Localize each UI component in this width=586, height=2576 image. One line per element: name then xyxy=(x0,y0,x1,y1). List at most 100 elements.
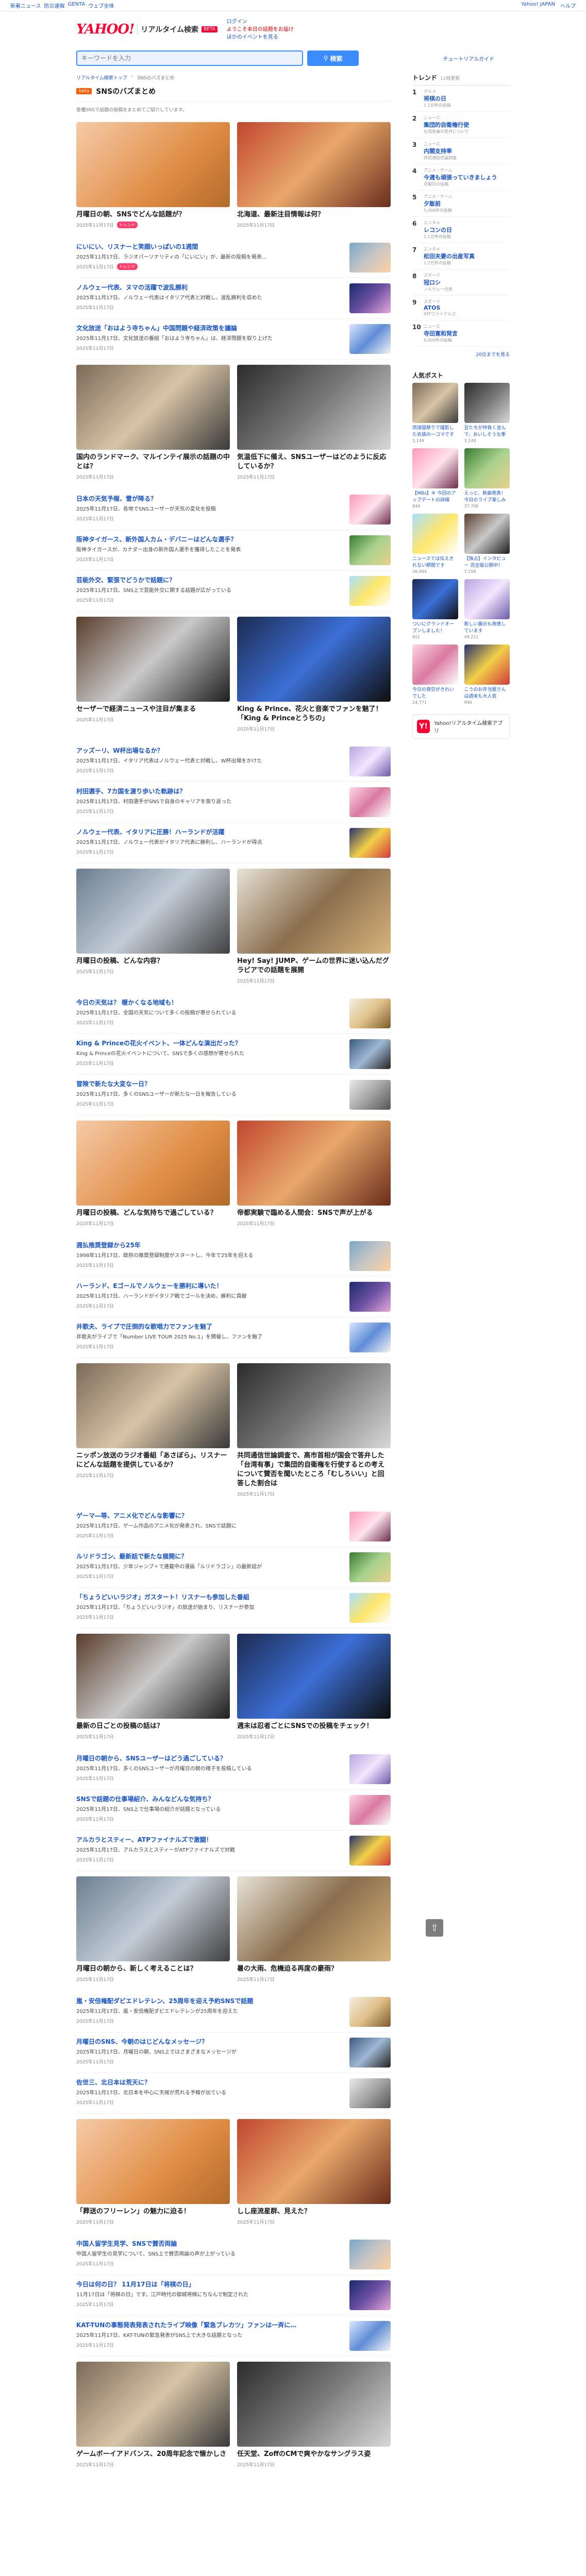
card-image[interactable] xyxy=(237,869,391,954)
list-item-title[interactable]: 嵐・安倍権配ダビエドレテレン、25周年を迎え予約SNSで話題 xyxy=(76,1997,343,2006)
list-item[interactable]: King & Princeの花火イベント、一体どんな演出だった？ King & P… xyxy=(76,1034,391,1075)
list-item-thumbnail[interactable] xyxy=(349,576,391,606)
news-card[interactable]: 共同通信世論調査で、高市首相が国会で答弁した「台湾有事」で集団的自衛権を行使する… xyxy=(237,1363,391,1497)
photo-image[interactable] xyxy=(412,645,458,685)
list-item[interactable]: アルカラとスティー、ATPファイナルズで激闘！ 2025年11月17日、アルカラス… xyxy=(76,1831,391,1871)
card-title[interactable]: 北海道、最新注目情報は何？ xyxy=(237,210,391,219)
photo-card[interactable]: 豆たちが仲良く並んで、おいしそうな季節3,148 xyxy=(464,383,510,443)
photo-caption[interactable]: ニュースでは伝えきれない瞬間です xyxy=(412,556,458,569)
list-item-thumbnail[interactable] xyxy=(349,828,391,858)
trend-item[interactable]: 1 グルメ 将棋の日 1.2万件の投稿 xyxy=(412,86,510,112)
list-item[interactable]: KAT-TUNの事態発表発表されたライブ映像「緊急ブレカツ」ファンは一斉に… 20… xyxy=(76,2316,391,2357)
list-item-title[interactable]: 日本の天気予報、雪が降る？ xyxy=(76,495,343,503)
list-item[interactable]: 村田選手、7カ国を渡り歩いた軌跡は？ 2025年11月17日、村田選手がSNSで自… xyxy=(76,782,391,823)
list-item-thumbnail[interactable] xyxy=(349,2078,391,2108)
trend-more-link[interactable]: 20位までを見る xyxy=(476,352,510,358)
card-image[interactable] xyxy=(237,1634,391,1719)
trend-keyword[interactable]: 冠ロシ xyxy=(424,278,453,286)
trend-keyword[interactable]: ATOS xyxy=(424,304,456,311)
photo-image[interactable] xyxy=(412,383,458,423)
card-image[interactable] xyxy=(76,122,230,207)
search-input[interactable] xyxy=(81,55,298,62)
list-item[interactable]: 日本の天気予報、雪が降る？ 2025年11月17日、各地でSNSユーザーが天気の変… xyxy=(76,489,391,530)
list-item-thumbnail[interactable] xyxy=(349,747,391,776)
list-item-thumbnail[interactable] xyxy=(349,1754,391,1784)
photo-caption[interactable]: えっと、新曲発表！ 今日のライブ楽しみ xyxy=(464,490,510,504)
list-item[interactable]: SNSで話題の仕事場紹介、みんなどんな気持ち？ 2025年11月17日、SNS上で… xyxy=(76,1790,391,1831)
list-item-thumbnail[interactable] xyxy=(349,283,391,313)
list-item-thumbnail[interactable] xyxy=(349,998,391,1028)
scroll-to-top-button[interactable]: ⇧ xyxy=(426,1919,443,1937)
news-card[interactable]: セーザーで経済ニュースや注目が集まる 2025年11月17日 xyxy=(76,617,230,732)
trend-keyword[interactable]: レコンの日 xyxy=(424,226,452,234)
card-title[interactable]: Hey! Say! JUMP、ゲームの世界に迷い込んだグラビアでの話題を展開 xyxy=(237,957,391,975)
card-title[interactable]: 国内のランドマーク、マルインテイ展示の話題の中とは？ xyxy=(76,453,230,471)
photo-card[interactable]: 琉球国祭りで撮影した衣装の一コマです 5,149 xyxy=(412,383,458,443)
list-item-title[interactable]: 今日の天気は？ 暖かくなる地域も！ xyxy=(76,998,343,1007)
list-item-title[interactable]: 佐世三、北日本は荒天に？ xyxy=(76,2078,343,2087)
card-title[interactable]: 任天堂、ZoffのCMで爽やかなサングラス姿 xyxy=(237,2450,391,2459)
list-item-title[interactable]: KAT-TUNの事態発表発表されたライブ映像「緊急ブレカツ」ファンは一斉に… xyxy=(76,2321,343,2330)
news-card[interactable]: 暑の大雨、危機迫る再度の豪雨？ 2025年11月17日 xyxy=(237,1876,391,1982)
list-item-thumbnail[interactable] xyxy=(349,495,391,524)
card-title[interactable]: ニッポン放送のラジオ番組「あさぼら」、リスナーにどんな話題を提供しているか？ xyxy=(76,1451,230,1470)
list-item[interactable]: ゲーマ―等、アニメ化でどんな影響に？ 2025年11月17日、ゲーム作品のアニメ化… xyxy=(76,1506,391,1547)
news-card[interactable]: 月曜日の朝から、新しく考えることは？ 2025年11月17日 xyxy=(76,1876,230,1982)
trend-keyword[interactable]: 将棋の日 xyxy=(424,94,451,103)
trend-item[interactable]: 5 アニメ・ゲーム 夕飯前 5,000件の投稿 xyxy=(412,191,510,217)
trend-item[interactable]: 4 アニメ・ゲーム 今週も頑張っていきましょう 月曜日の投稿 xyxy=(412,164,510,191)
card-title[interactable]: 月曜日の投稿、どんな内容？ xyxy=(76,957,230,966)
photo-caption[interactable]: 今日の夜空がきれいでした xyxy=(412,687,458,700)
list-item[interactable]: ノルウェー代表、イタリアに圧勝！ハーランドが活躍 2025年11月17日、ノルウェ… xyxy=(76,823,391,863)
list-item-thumbnail[interactable] xyxy=(349,1795,391,1825)
card-image[interactable] xyxy=(76,1363,230,1448)
photo-image[interactable] xyxy=(412,514,458,554)
card-title[interactable]: 週末は忍者ごとにSNSでの投稿をチェック！ xyxy=(237,1722,391,1731)
trend-item[interactable]: 9 スポーツ ATOS ATPファイナルズ xyxy=(412,296,510,320)
list-item-thumbnail[interactable] xyxy=(349,1997,391,2027)
card-image[interactable] xyxy=(237,122,391,207)
card-image[interactable] xyxy=(76,2362,230,2447)
card-image[interactable] xyxy=(76,365,230,450)
card-image[interactable] xyxy=(76,1121,230,1206)
news-card[interactable]: 月曜日の投稿、どんな気持ちで過ごしている？ 2025年11月17日 xyxy=(76,1121,230,1227)
photo-card[interactable]: 【MBs】キ 今回のアップデートの詳細 844 xyxy=(412,448,458,509)
list-item-thumbnail[interactable] xyxy=(349,324,391,354)
trend-item[interactable]: 10 ニュース 寺田寛和発言 6,000件の投稿 xyxy=(412,320,510,347)
photo-caption[interactable]: 新しい展示も用意しています xyxy=(464,621,510,635)
card-title[interactable]: 月曜日の朝から、新しく考えることは？ xyxy=(76,1964,230,1974)
trend-item[interactable]: 7 エンタメ 松田夫妻の出産写真 1.7万件の投稿 xyxy=(412,243,510,269)
events-link[interactable]: ほかのイベントを見る xyxy=(227,35,278,40)
news-card[interactable]: 最新の日ごとの投稿の話は？ 2025年11月17日 xyxy=(76,1634,230,1740)
list-item-title[interactable]: ルリドラゴン、最新話で新たな展開に？ xyxy=(76,1552,343,1561)
card-title[interactable]: 暑の大雨、危機迫る再度の豪雨？ xyxy=(237,1964,391,1974)
news-card[interactable]: 月曜日の投稿、どんな内容？ 2025年11月17日 xyxy=(76,869,230,984)
yahoo-logo[interactable]: YAHOO! リアルタイム検索 BETA xyxy=(76,22,217,37)
card-title[interactable]: セーザーで経済ニュースや注目が集まる xyxy=(76,705,230,714)
list-item-title[interactable]: 文化放送「おはよう寺ちゃん」中国問題や経済政策を議論 xyxy=(76,324,343,333)
list-item-title[interactable]: King & Princeの花火イベント、一体どんな演出だった？ xyxy=(76,1039,343,1048)
list-item-title[interactable]: 「ちょうどいいラジオ」ガスタート！リスナーも参加した番組 xyxy=(76,1593,343,1602)
photo-caption[interactable]: 豆たちが仲良く並んで、おいしそうな季節 xyxy=(464,425,510,438)
trend-item[interactable]: 3 ニュース 内閣支持率 共同通信世論調査 xyxy=(412,138,510,164)
list-item[interactable]: 阪神タイガース、新外国人カム・デバニーはどんな選手？ 阪神タイガースが、カナダー出… xyxy=(76,530,391,571)
app-banner[interactable]: Y! Yahoo!リアルタイム検索アプリ xyxy=(412,714,510,739)
list-item-title[interactable]: にいにい、リスナーと笑顔いっぱいの1週間 xyxy=(76,243,343,251)
trend-keyword[interactable]: 夕飯前 xyxy=(424,199,453,208)
list-item[interactable]: ハーランド、Eゴールでノルウェーを勝利に導いた！ 2025年11月17日、ハーラン… xyxy=(76,1277,391,1317)
list-item-title[interactable]: 週払推奨登録から25年 xyxy=(76,1241,343,1250)
list-item-title[interactable]: 芸能外交、緊張でどうかで話題に？ xyxy=(76,576,343,585)
trend-keyword[interactable]: 寺田寛和発言 xyxy=(424,329,458,337)
news-card[interactable]: 週末は忍者ごとにSNSでの投稿をチェック！ 2025年11月17日 xyxy=(237,1634,391,1740)
news-card[interactable]: ニッポン放送のラジオ番組「あさぼら」、リスナーにどんな話題を提供しているか？ 20… xyxy=(76,1363,230,1497)
list-item[interactable]: にいにい、リスナーと笑顔いっぱいの1週間 2025年11月17日、ラジオパーソナリ… xyxy=(76,238,391,278)
photo-card[interactable]: 今日の夜空がきれいでした 24,771 xyxy=(412,645,458,705)
photo-caption[interactable]: こうのお弁当屋さんは週末も大人気 xyxy=(464,687,510,700)
util-link-help[interactable]: ヘルプ xyxy=(560,2,576,9)
photo-image[interactable] xyxy=(464,645,510,685)
list-item-title[interactable]: 阪神タイガース、新外国人カム・デバニーはどんな選手？ xyxy=(76,535,343,544)
list-item-thumbnail[interactable] xyxy=(349,243,391,273)
card-title[interactable]: しし座流星群、見えた？ xyxy=(237,2207,391,2216)
trend-item[interactable]: 8 スポーツ 冠ロシ ノルウェー代表 xyxy=(412,269,510,296)
list-item-thumbnail[interactable] xyxy=(349,1039,391,1069)
